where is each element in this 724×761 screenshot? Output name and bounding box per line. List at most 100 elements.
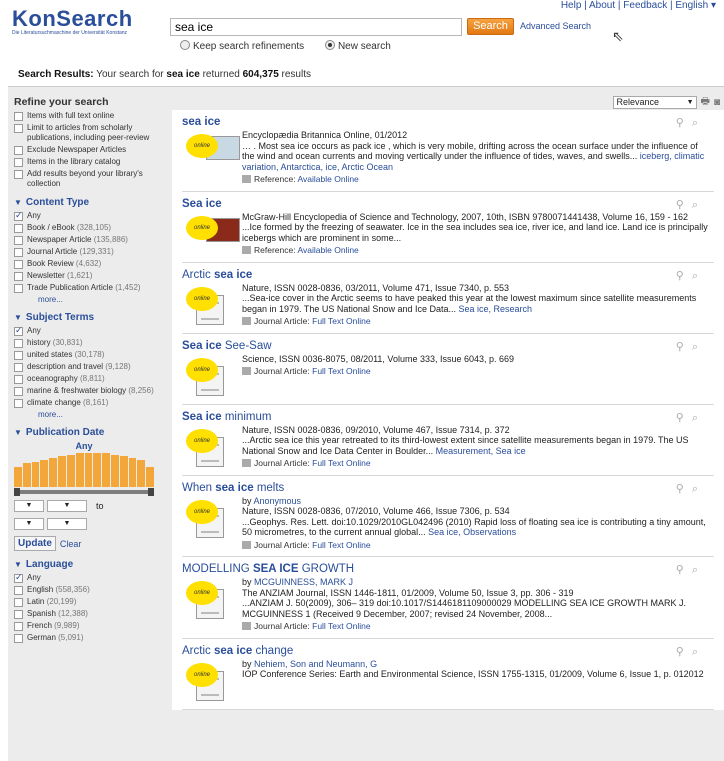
share-icon[interactable]: ⌕ xyxy=(692,341,706,353)
clear-link[interactable]: Clear xyxy=(60,539,82,549)
language-option[interactable]: German (5,091) xyxy=(14,633,166,643)
full-text-link[interactable]: Full Text Online xyxy=(312,621,370,631)
checkbox-icon[interactable] xyxy=(14,598,23,607)
content-type-option[interactable]: Book / eBook (328,105) xyxy=(14,223,166,233)
result-thumbnail[interactable]: online xyxy=(182,496,242,540)
language-option[interactable]: Latin (20,199) xyxy=(14,597,166,607)
content-type-option[interactable]: Trade Publication Article (1,452) xyxy=(14,283,166,293)
result-title[interactable]: sea ice xyxy=(182,116,714,128)
new-search-radio[interactable]: New search xyxy=(324,40,391,52)
refine-option[interactable]: Add results beyond your library's collec… xyxy=(14,169,166,189)
checkbox-icon[interactable] xyxy=(14,146,23,155)
refine-option[interactable]: Items with full text online xyxy=(14,111,166,121)
histogram-bar[interactable] xyxy=(58,456,66,487)
checkbox-icon[interactable] xyxy=(14,610,23,619)
content-type-title[interactable]: ▼ Content Type xyxy=(14,197,166,208)
result-title[interactable]: Sea ice xyxy=(182,198,714,210)
slider-handle-end[interactable] xyxy=(148,488,154,496)
help-link[interactable]: Help xyxy=(561,0,582,11)
subject-terms-more-link[interactable]: more... xyxy=(38,410,166,419)
refine-option[interactable]: Limit to articles from scholarly publica… xyxy=(14,123,166,143)
subject-term-option[interactable]: Any xyxy=(14,325,166,336)
share-icon[interactable]: ⌕ xyxy=(692,270,706,282)
slider-handle-start[interactable] xyxy=(14,488,20,496)
to-year-select[interactable]: ▼ xyxy=(47,518,87,530)
full-text-link[interactable]: Full Text Online xyxy=(312,316,370,326)
subject-term-option[interactable]: united states (30,178) xyxy=(14,350,166,360)
content-type-option[interactable]: Newspaper Article (135,886) xyxy=(14,235,166,245)
preview-icon[interactable]: ⚲ xyxy=(676,412,692,424)
subject-links[interactable]: Sea ice, Observations xyxy=(428,527,516,537)
checkbox-checked-icon[interactable] xyxy=(14,210,23,221)
checkbox-checked-icon[interactable] xyxy=(14,325,23,336)
search-input[interactable] xyxy=(170,18,462,36)
checkbox-icon[interactable] xyxy=(14,158,23,167)
to-month-select[interactable]: ▼ xyxy=(14,518,44,530)
from-year-select[interactable]: ▼ xyxy=(47,500,87,512)
histogram-bar[interactable] xyxy=(93,453,102,487)
language-option[interactable]: French (9,989) xyxy=(14,621,166,631)
checkbox-icon[interactable] xyxy=(14,272,23,281)
preview-icon[interactable]: ⚲ xyxy=(676,341,692,353)
language-option[interactable]: English (558,356) xyxy=(14,585,166,595)
language-option[interactable]: Any xyxy=(14,572,166,583)
print-icon[interactable]: 🖶 xyxy=(701,94,710,111)
about-link[interactable]: About xyxy=(589,0,615,11)
result-title[interactable]: Arctic sea ice change xyxy=(182,645,714,657)
full-text-link[interactable]: Available Online xyxy=(298,245,359,255)
histogram-bar[interactable] xyxy=(146,466,154,487)
histogram-bar[interactable] xyxy=(40,459,49,487)
result-thumbnail[interactable]: online xyxy=(182,354,242,398)
content-type-option[interactable]: Any xyxy=(14,210,166,221)
subject-term-option[interactable]: description and travel (9,128) xyxy=(14,362,166,372)
checkbox-checked-icon[interactable] xyxy=(14,572,23,583)
from-month-select[interactable]: ▼ xyxy=(14,500,44,512)
histogram-bar[interactable] xyxy=(49,458,58,487)
author-link[interactable]: Nehiem, Son and Neumann, G xyxy=(254,659,377,669)
histogram-bar[interactable] xyxy=(14,466,22,487)
logo[interactable]: KonSearch Die Literatursuchmaschine der … xyxy=(12,6,133,36)
histogram-bar[interactable] xyxy=(102,453,110,487)
advanced-search-link[interactable]: Advanced Search xyxy=(520,21,591,31)
subject-terms-title[interactable]: ▼ Subject Terms xyxy=(14,312,166,323)
checkbox-icon[interactable] xyxy=(14,224,23,233)
result-title[interactable]: When sea ice melts xyxy=(182,482,714,494)
share-icon[interactable]: ⌕ xyxy=(692,199,706,211)
preview-icon[interactable]: ⚲ xyxy=(676,483,692,495)
result-thumbnail[interactable]: online xyxy=(182,425,242,469)
author-link[interactable]: MCGUINNESS, MARK J xyxy=(254,577,353,587)
histogram-bar[interactable] xyxy=(137,459,146,487)
publication-date-histogram[interactable] xyxy=(14,453,154,487)
preview-icon[interactable]: ⚲ xyxy=(676,646,692,658)
share-icon[interactable]: ⌕ xyxy=(692,483,706,495)
checkbox-icon[interactable] xyxy=(14,399,23,408)
checkbox-icon[interactable] xyxy=(14,622,23,631)
search-button[interactable]: Search xyxy=(467,18,514,35)
share-icon[interactable]: ⌕ xyxy=(692,412,706,424)
checkbox-icon[interactable] xyxy=(14,363,23,372)
result-thumbnail[interactable]: online xyxy=(182,130,242,174)
feedback-link[interactable]: Feedback xyxy=(623,0,667,11)
full-text-link[interactable]: Full Text Online xyxy=(312,540,370,550)
update-button[interactable]: Update xyxy=(14,536,56,551)
histogram-bar[interactable] xyxy=(31,461,40,487)
full-text-link[interactable]: Full Text Online xyxy=(312,458,370,468)
subject-term-option[interactable]: oceanography (8,811) xyxy=(14,374,166,384)
result-title[interactable]: Arctic sea ice xyxy=(182,269,714,281)
subject-links[interactable]: Measurement, Sea ice xyxy=(436,446,526,456)
refine-option[interactable]: Items in the library catalog xyxy=(14,157,166,167)
histogram-bar[interactable] xyxy=(22,463,31,487)
preview-icon[interactable]: ⚲ xyxy=(676,117,692,129)
preview-icon[interactable]: ⚲ xyxy=(676,270,692,282)
preview-icon[interactable]: ⚲ xyxy=(676,199,692,211)
subject-links[interactable]: Sea ice, Research xyxy=(458,304,532,314)
result-title[interactable]: Sea ice See-Saw xyxy=(182,340,714,352)
rss-icon[interactable]: ◙ xyxy=(714,97,720,108)
subject-term-option[interactable]: history (30,831) xyxy=(14,338,166,348)
sort-select[interactable]: Relevance xyxy=(612,96,697,109)
checkbox-icon[interactable] xyxy=(14,387,23,396)
checkbox-icon[interactable] xyxy=(14,351,23,360)
histogram-bar[interactable] xyxy=(110,454,119,487)
checkbox-icon[interactable] xyxy=(14,284,23,293)
content-type-option[interactable]: Journal Article (129,331) xyxy=(14,247,166,257)
